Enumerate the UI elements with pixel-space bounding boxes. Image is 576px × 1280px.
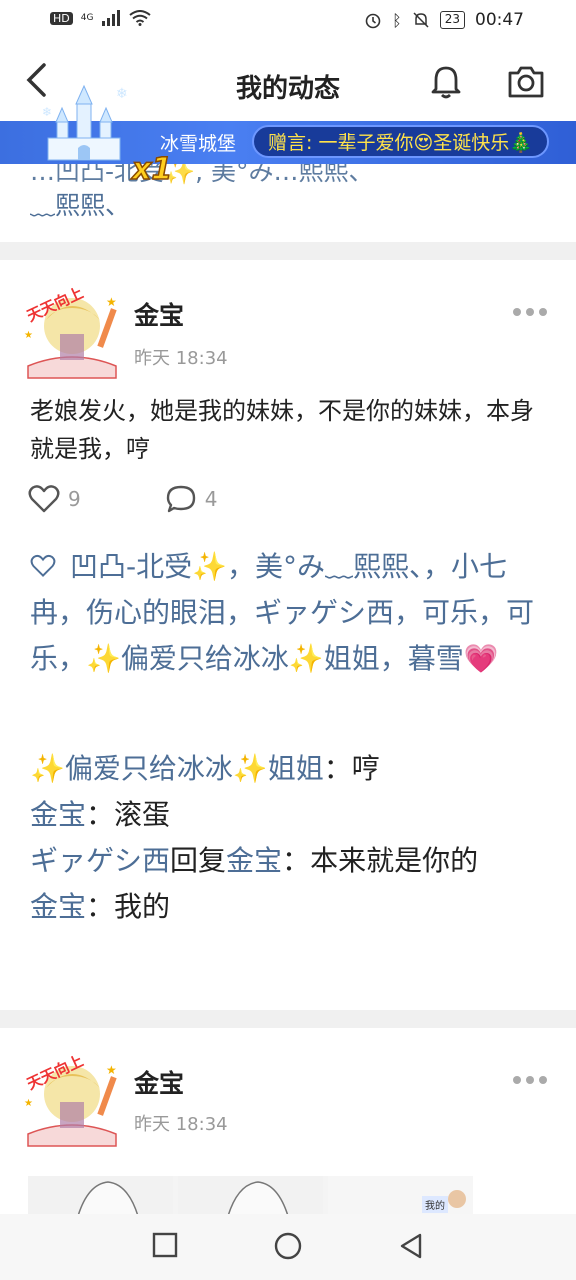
comment-author[interactable]: 金宝 — [30, 890, 86, 923]
alarm-icon — [365, 13, 381, 29]
bell-icon — [431, 66, 461, 99]
post-image[interactable] — [178, 1176, 323, 1217]
svg-text:★: ★ — [106, 1063, 117, 1077]
comment-author[interactable]: ✨偏爱只给冰冰✨姐姐 — [30, 752, 324, 785]
post-username[interactable]: 金宝 — [134, 296, 184, 332]
post-text: 老娘发火，她是我的妹妹，不是你的妹妹，本身就是我，哼 — [30, 397, 534, 463]
banner-message: 赠言: 一辈子爱你😍圣诞快乐🎄 — [252, 125, 549, 158]
camera-button[interactable] — [506, 64, 546, 104]
mute-icon — [413, 12, 429, 28]
svg-text:❄: ❄ — [42, 105, 52, 119]
post-time: 昨天 18:34 — [134, 1114, 228, 1135]
like-button[interactable]: 9 — [28, 484, 81, 514]
more-options-button[interactable] — [512, 294, 548, 324]
like-count: 9 — [68, 487, 81, 511]
comment-item[interactable]: 金宝：滚蛋 — [30, 792, 550, 838]
comment-button[interactable]: 4 — [165, 484, 218, 514]
post-image-strip[interactable]: 我的 — [28, 1176, 473, 1217]
svg-text:★: ★ — [24, 1098, 33, 1109]
post-username[interactable]: 金宝 — [134, 1064, 184, 1100]
comment-text: 我的 — [114, 890, 171, 923]
notifications-button[interactable] — [428, 64, 464, 104]
home-button[interactable] — [274, 1232, 302, 1264]
liked-by-names[interactable]: 凹凸-北受✨，美°み﹏熙熙、，小七冉，伤心的眼泪，ギァゲシ西，可乐，可乐，✨偏爱… — [30, 550, 534, 675]
triangle-back-icon — [400, 1233, 422, 1259]
svg-text:★: ★ — [24, 330, 33, 341]
liked-by-list[interactable]: 凹凸-北受✨，美°み﹏熙熙、，小七冉，伤心的眼泪，ギァゲシ西，可乐，可乐，✨偏爱… — [30, 544, 550, 682]
clock: 00:47 — [475, 10, 524, 30]
gift-count-badge: x1 — [131, 151, 173, 188]
square-icon — [152, 1232, 178, 1258]
comment-bubble-icon — [166, 485, 195, 513]
battery-indicator: 23 — [439, 11, 465, 29]
post-divider — [0, 242, 576, 260]
bluetooth-icon: ᛒ — [392, 10, 402, 30]
comment-item[interactable]: ギァゲシ西回复金宝：本来就是你的 — [30, 838, 550, 884]
thumb-avatar — [448, 1190, 466, 1208]
signal-bars-icon — [102, 10, 121, 26]
comment-author[interactable]: ギァゲシ西 — [30, 844, 170, 877]
comment-item[interactable]: ✨偏爱只给冰冰✨姐姐：哼 — [30, 746, 550, 792]
comment-text: 滚蛋 — [114, 798, 171, 831]
ice-castle-icon: ❄ ❄ — [42, 84, 128, 161]
comment-list: ✨偏爱只给冰冰✨姐姐：哼 金宝：滚蛋 ギァゲシ西回复金宝：本来就是你的 金宝：我… — [30, 746, 550, 930]
post-image[interactable]: 我的 — [328, 1176, 473, 1216]
wifi-icon — [129, 10, 152, 26]
more-dots-icon — [513, 308, 547, 316]
post-actions: 9 4 — [28, 484, 217, 514]
comment-author[interactable]: 金宝 — [30, 798, 86, 831]
reply-target[interactable]: 金宝 — [226, 844, 282, 877]
heart-icon — [28, 485, 60, 513]
post-time: 昨天 18:34 — [134, 348, 228, 369]
more-options-button[interactable] — [512, 1062, 548, 1092]
signal-4g-icon: 4G — [80, 13, 94, 23]
like-heart-small-icon — [30, 554, 56, 577]
comment-item[interactable]: 金宝：我的 — [30, 884, 550, 930]
status-bar: HD 4G ᛒ 23 00:47 — [0, 0, 576, 44]
post-card: 天天向上 ★ ★ 金宝 昨天 18:34 老娘发火，她是我的妹妹，不是你的妹妹，… — [0, 260, 576, 1008]
svg-text:❄: ❄ — [116, 86, 128, 102]
system-nav-bar — [0, 1214, 576, 1280]
svg-text:★: ★ — [106, 295, 117, 309]
avatar[interactable]: 天天向上 ★ ★ — [20, 278, 124, 382]
more-dots-icon — [513, 1076, 547, 1084]
circle-icon — [274, 1232, 302, 1260]
comment-count: 4 — [204, 487, 218, 511]
hd-icon: HD — [50, 11, 73, 25]
recents-button[interactable] — [152, 1232, 178, 1262]
post-divider — [0, 1010, 576, 1028]
back-nav-button[interactable] — [398, 1232, 424, 1264]
camera-icon — [508, 66, 544, 98]
thumb-overlay-label: 我的 — [422, 1196, 448, 1213]
comment-text: 哼 — [351, 752, 380, 785]
comment-text: 本来就是你的 — [310, 844, 479, 877]
avatar[interactable]: 天天向上 ★ ★ — [20, 1046, 124, 1150]
previous-post-liked-name[interactable]: ﹏熙熙、 — [30, 186, 130, 222]
reply-word: 回复 — [170, 844, 227, 877]
post-image[interactable] — [28, 1176, 173, 1217]
